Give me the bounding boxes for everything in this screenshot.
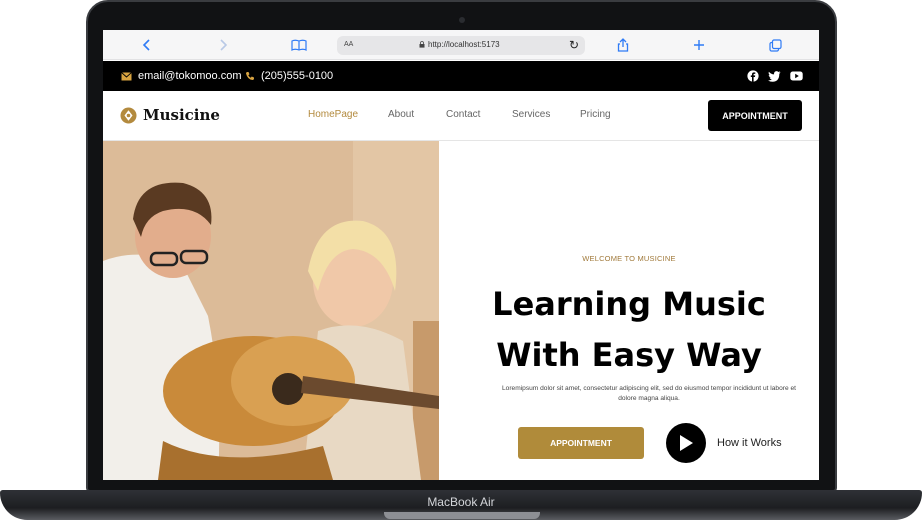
hero-headline-line1: Learning Music [492,285,766,323]
forward-icon[interactable] [211,30,235,60]
nav-link-services[interactable]: Services [512,109,550,120]
how-it-works-link[interactable]: How it Works [717,437,782,449]
hero-description: Loremipsum dolor sit amet, consectetur a… [502,385,796,402]
reload-icon[interactable]: ↻ [569,38,579,52]
back-icon[interactable] [135,30,159,60]
hero-content: WELCOME TO MUSICINE Learning Music With … [439,141,819,480]
nav-link-about[interactable]: About [388,109,414,120]
play-icon [680,435,693,451]
youtube-icon[interactable] [789,69,803,83]
hero-appointment-button[interactable]: APPOINTMENT [518,427,644,459]
mail-icon [121,71,132,80]
hero-headline: Learning Music With Easy Way [439,279,819,381]
email-contact[interactable]: email@tokomoo.com [121,61,241,91]
device-label: MacBook Air [427,495,495,509]
hero-image [103,141,439,480]
lock-icon [419,41,425,48]
browser-toolbar: AA http://localhost:5173 ↻ [103,30,819,60]
phone-icon [246,72,254,80]
url-text: http://localhost:5173 [428,40,500,49]
nav-link-homepage[interactable]: HomePage [308,109,358,120]
address-bar[interactable]: AA http://localhost:5173 ↻ [337,36,585,55]
hero-headline-line2: With Easy Way [496,336,762,374]
email-text: email@tokomoo.com [138,70,242,82]
top-info-bar: email@tokomoo.com (205)555-0100 [103,61,819,91]
nav-appointment-button[interactable]: APPOINTMENT [708,100,802,131]
logo-icon [120,107,137,123]
hero-kicker: WELCOME TO MUSICINE [582,254,676,263]
main-nav: Musicine HomePage About Contact Services… [103,91,819,141]
logo-text: Musicine [143,106,220,124]
laptop-notch [384,512,540,519]
reader-mode-button[interactable]: AA [344,41,353,48]
play-video-button[interactable] [666,423,706,463]
bookmarks-icon[interactable] [287,30,311,60]
site-logo[interactable]: Musicine [120,106,220,124]
new-tab-icon[interactable] [687,30,711,60]
nav-link-pricing[interactable]: Pricing [580,109,611,120]
twitter-icon[interactable] [767,69,781,83]
tabs-overview-icon[interactable] [763,30,787,60]
facebook-icon[interactable] [746,69,760,83]
phone-text: (205)555-0100 [261,70,334,82]
nav-link-contact[interactable]: Contact [446,109,480,120]
camera-dot [459,17,465,23]
share-icon[interactable] [611,30,635,60]
phone-contact[interactable]: (205)555-0100 [245,61,333,91]
screen: AA http://localhost:5173 ↻ email@tokomoo… [103,30,819,480]
